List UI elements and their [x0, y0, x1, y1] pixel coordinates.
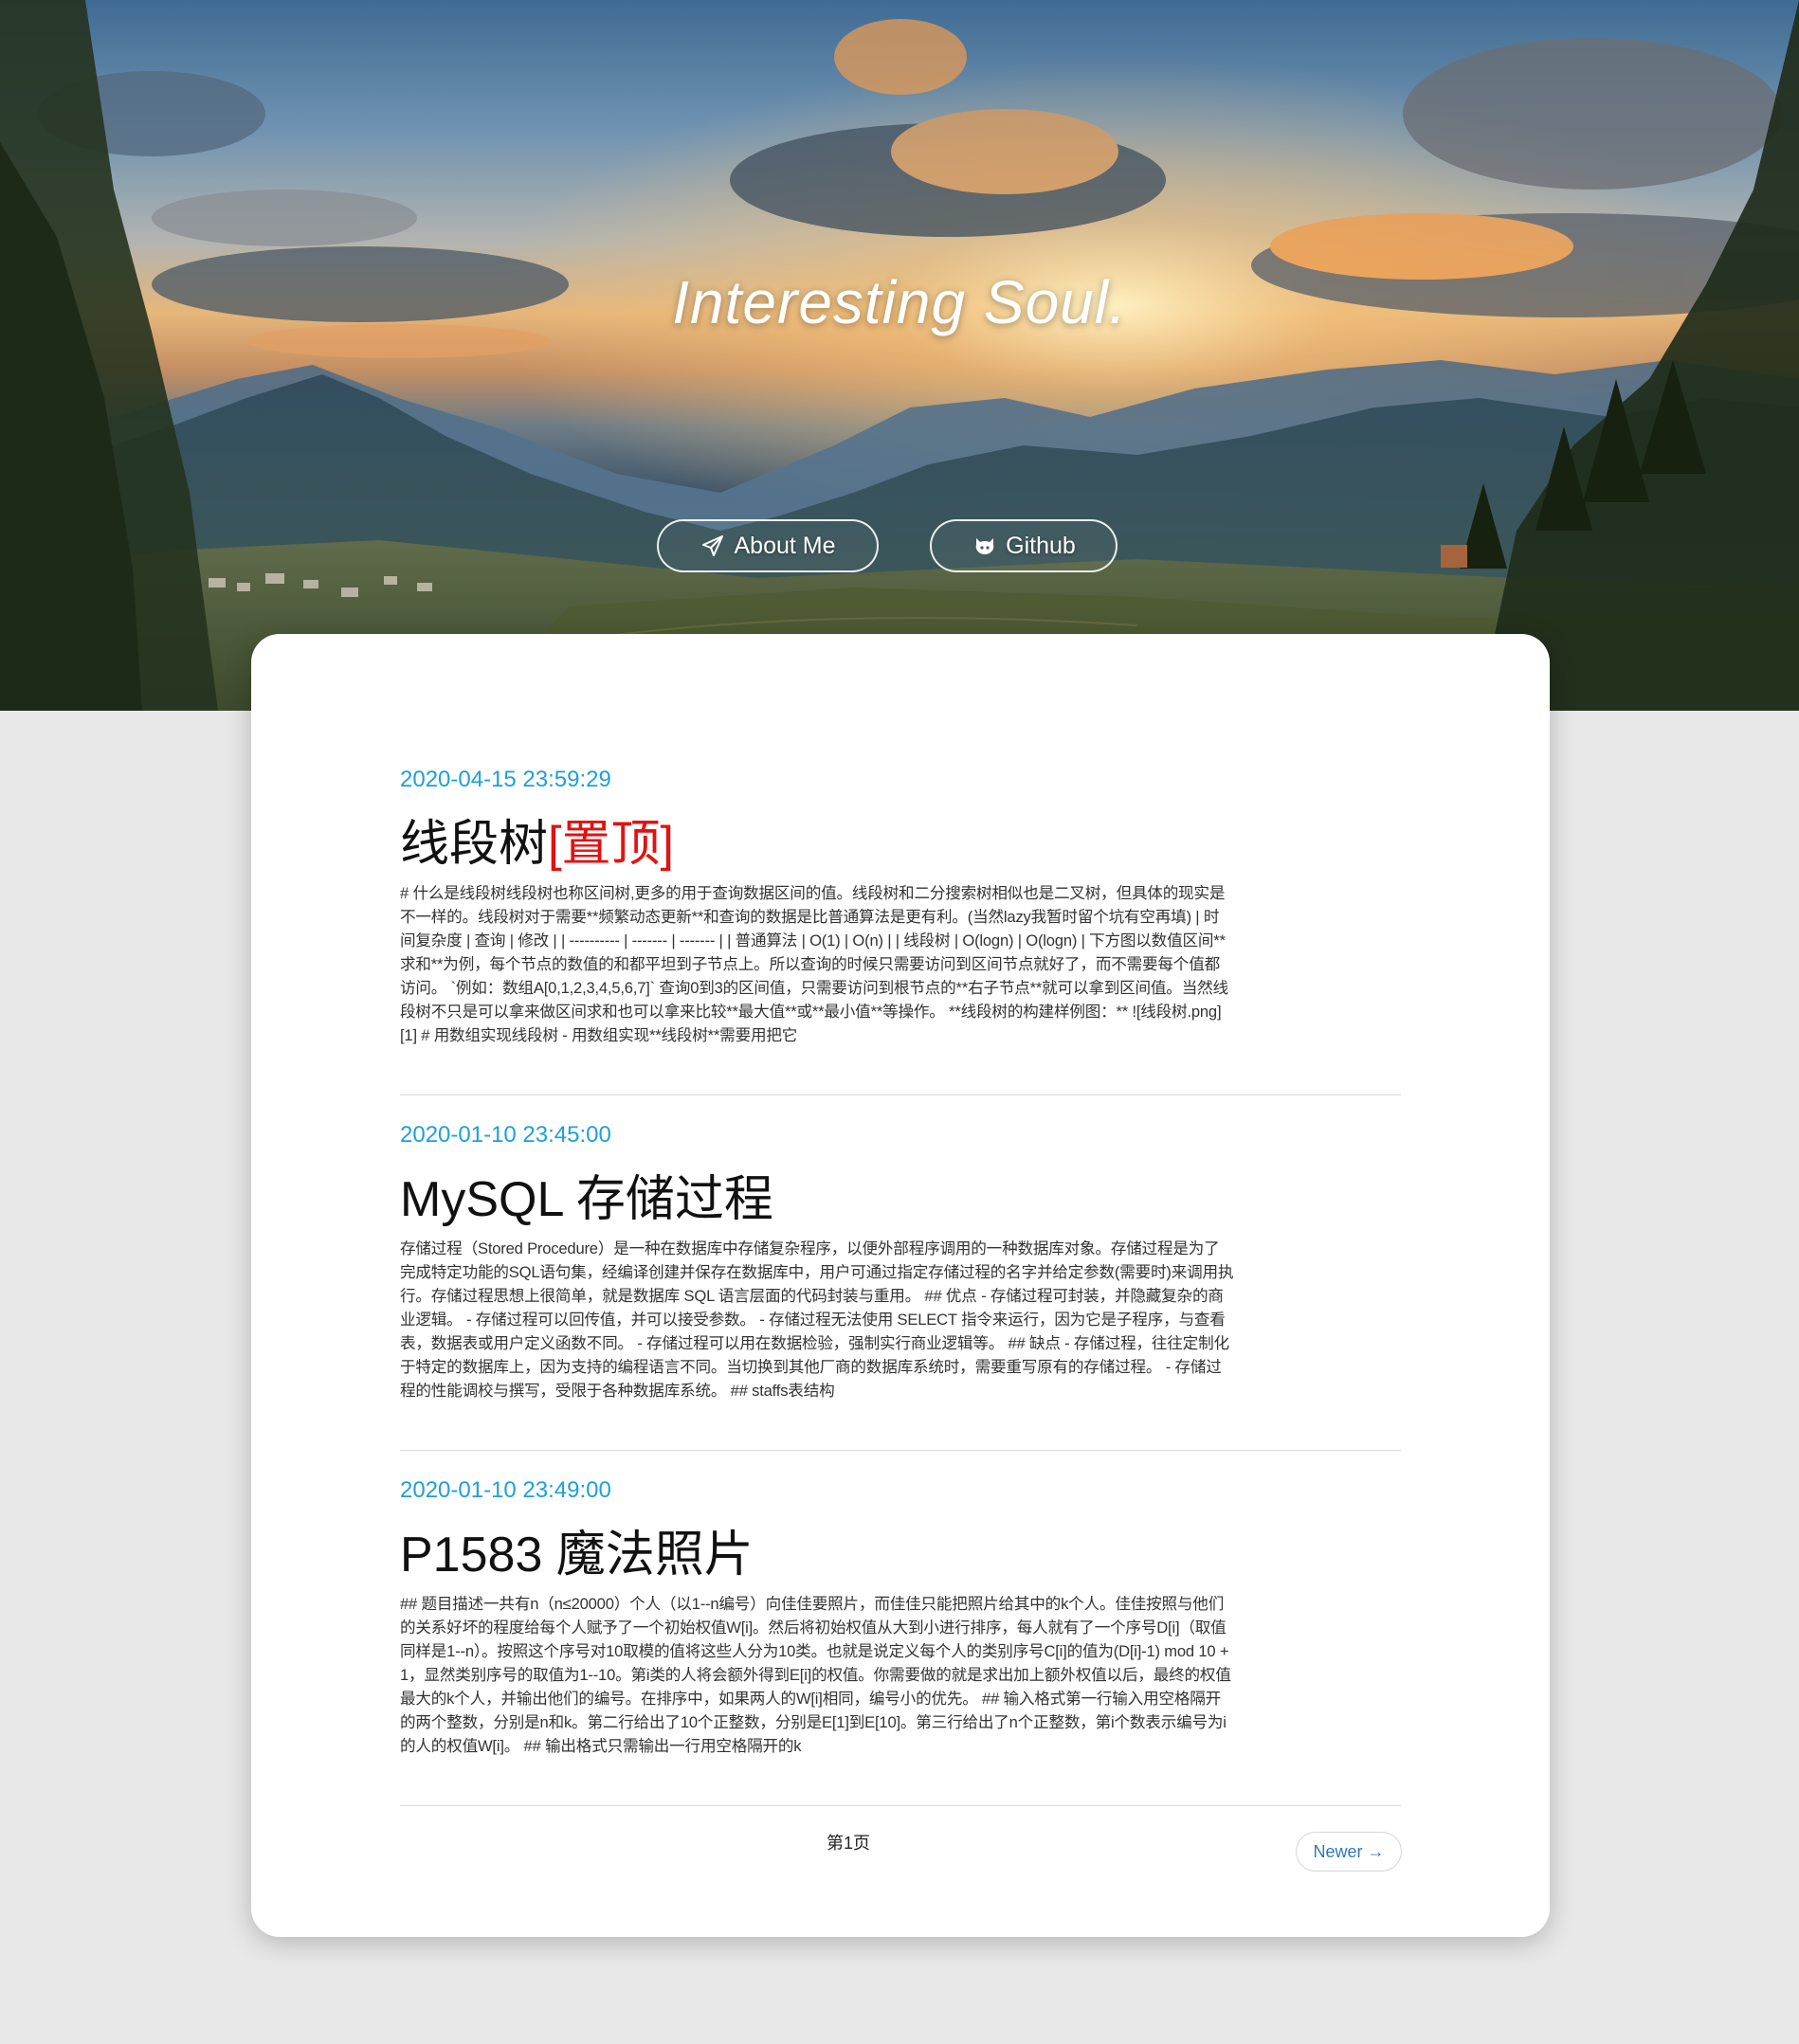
paper-plane-icon [700, 533, 726, 559]
post-excerpt: 存储过程（Stored Procedure）是一种在数据库中存储复杂程序，以便外… [400, 1239, 1234, 1400]
about-me-button[interactable]: About Me [657, 519, 879, 572]
post-date[interactable]: 2020-04-15 23:59:29 [400, 766, 1401, 794]
post-title[interactable]: 线段树[置顶] [400, 815, 1401, 874]
post-item: 2020-04-15 23:59:29 线段树[置顶] # 什么是线段树线段树也… [400, 766, 1401, 1047]
post-excerpt: # 什么是线段树线段树也称区间树,更多的用于查询数据区间的值。线段树和二分搜索树… [400, 884, 1228, 1044]
newer-page-button[interactable]: Newer → [1296, 1832, 1402, 1872]
github-button[interactable]: Github [930, 519, 1118, 572]
about-me-label: About Me [734, 532, 836, 559]
github-label: Github [1006, 532, 1076, 559]
post-list-card: 2020-04-15 23:59:29 线段树[置顶] # 什么是线段树线段树也… [251, 634, 1550, 1937]
post-date[interactable]: 2020-01-10 23:45:00 [400, 1121, 1401, 1149]
landscape-background-image [0, 0, 1799, 711]
post-item: 2020-01-10 23:49:00 P1583 魔法照片 ## 题目描述一共… [400, 1476, 1401, 1758]
post-divider [400, 1450, 1401, 1451]
hero-banner: Interesting Soul. About Me Github [0, 0, 1799, 711]
page-number: 第1页 [827, 1834, 871, 1853]
post-title-text: 线段树 [400, 817, 549, 872]
post-divider [400, 1805, 1401, 1806]
site-title: Interesting Soul. [672, 268, 1127, 336]
post-excerpt: ## 题目描述一共有n（n≤20000）个人（以1--n编号）向佳佳要照片，而佳… [400, 1595, 1231, 1755]
post-divider [400, 1094, 1401, 1095]
post-title-text: P1583 魔法照片 [400, 1528, 754, 1583]
pinned-tag: [置顶] [548, 817, 674, 872]
post-date[interactable]: 2020-01-10 23:49:00 [400, 1476, 1401, 1505]
post-title-text: MySQL 存储过程 [400, 1172, 773, 1227]
post-title[interactable]: MySQL 存储过程 [400, 1170, 1401, 1229]
post-item: 2020-01-10 23:45:00 MySQL 存储过程 存储过程（Stor… [400, 1121, 1401, 1402]
hero-button-group: About Me Github [0, 519, 1799, 572]
post-title[interactable]: P1583 魔法照片 [400, 1526, 1401, 1584]
github-octocat-icon [972, 533, 998, 559]
